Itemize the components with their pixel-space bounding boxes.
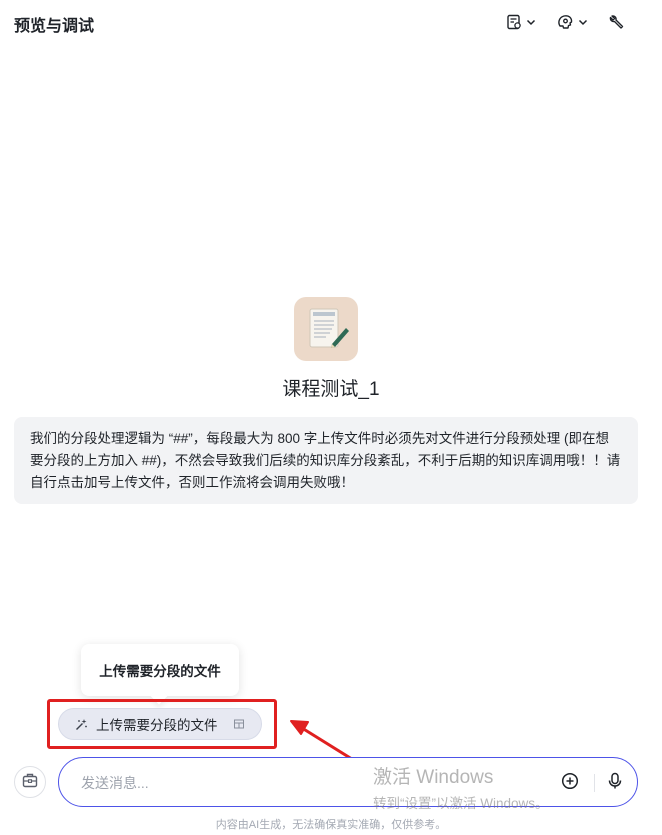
plus-circle-icon (561, 772, 579, 795)
layout-dropdown-button[interactable] (506, 11, 536, 33)
chip-label: 上传需要分段的文件 (96, 718, 218, 733)
toolbox-icon (21, 771, 39, 794)
document-settings-icon (506, 14, 522, 30)
bot-name: 课程测试_1 (282, 379, 380, 400)
brain-icon (557, 14, 574, 30)
opening-notice: 我们的分段处理逻辑为 “##”，每段最大为 800 字上传文件时必须先对文件进行… (14, 417, 638, 504)
table-grid-icon (233, 718, 245, 730)
wrench-icon (608, 14, 625, 31)
upload-button[interactable] (558, 771, 582, 795)
model-dropdown-button[interactable] (557, 11, 588, 33)
ai-disclaimer: 内容由AI生成，无法确保真实准确，仅供参考。 (215, 819, 447, 831)
page-title: 预览与调试 (14, 18, 95, 35)
message-input-container (58, 757, 638, 807)
bot-avatar (294, 297, 358, 361)
preview-header: 预览与调试 (0, 0, 662, 46)
microphone-icon (607, 772, 623, 795)
chevron-down-icon (578, 17, 588, 27)
toolbox-button[interactable] (14, 766, 46, 798)
debug-settings-button[interactable] (608, 11, 625, 33)
message-input[interactable] (81, 772, 521, 794)
suggested-question-chip[interactable]: 上传需要分段的文件 (58, 708, 262, 740)
sparkle-icon (75, 718, 88, 731)
input-divider (594, 774, 595, 792)
suggestion-tooltip: 上传需要分段的文件 (81, 644, 239, 696)
chevron-down-icon (526, 17, 536, 27)
tooltip-text: 上传需要分段的文件 (99, 664, 221, 679)
notice-text: 我们的分段处理逻辑为 “##”，每段最大为 800 字上传文件时必须先对文件进行… (30, 431, 621, 490)
voice-input-button[interactable] (603, 771, 627, 795)
document-pen-icon (294, 308, 358, 361)
